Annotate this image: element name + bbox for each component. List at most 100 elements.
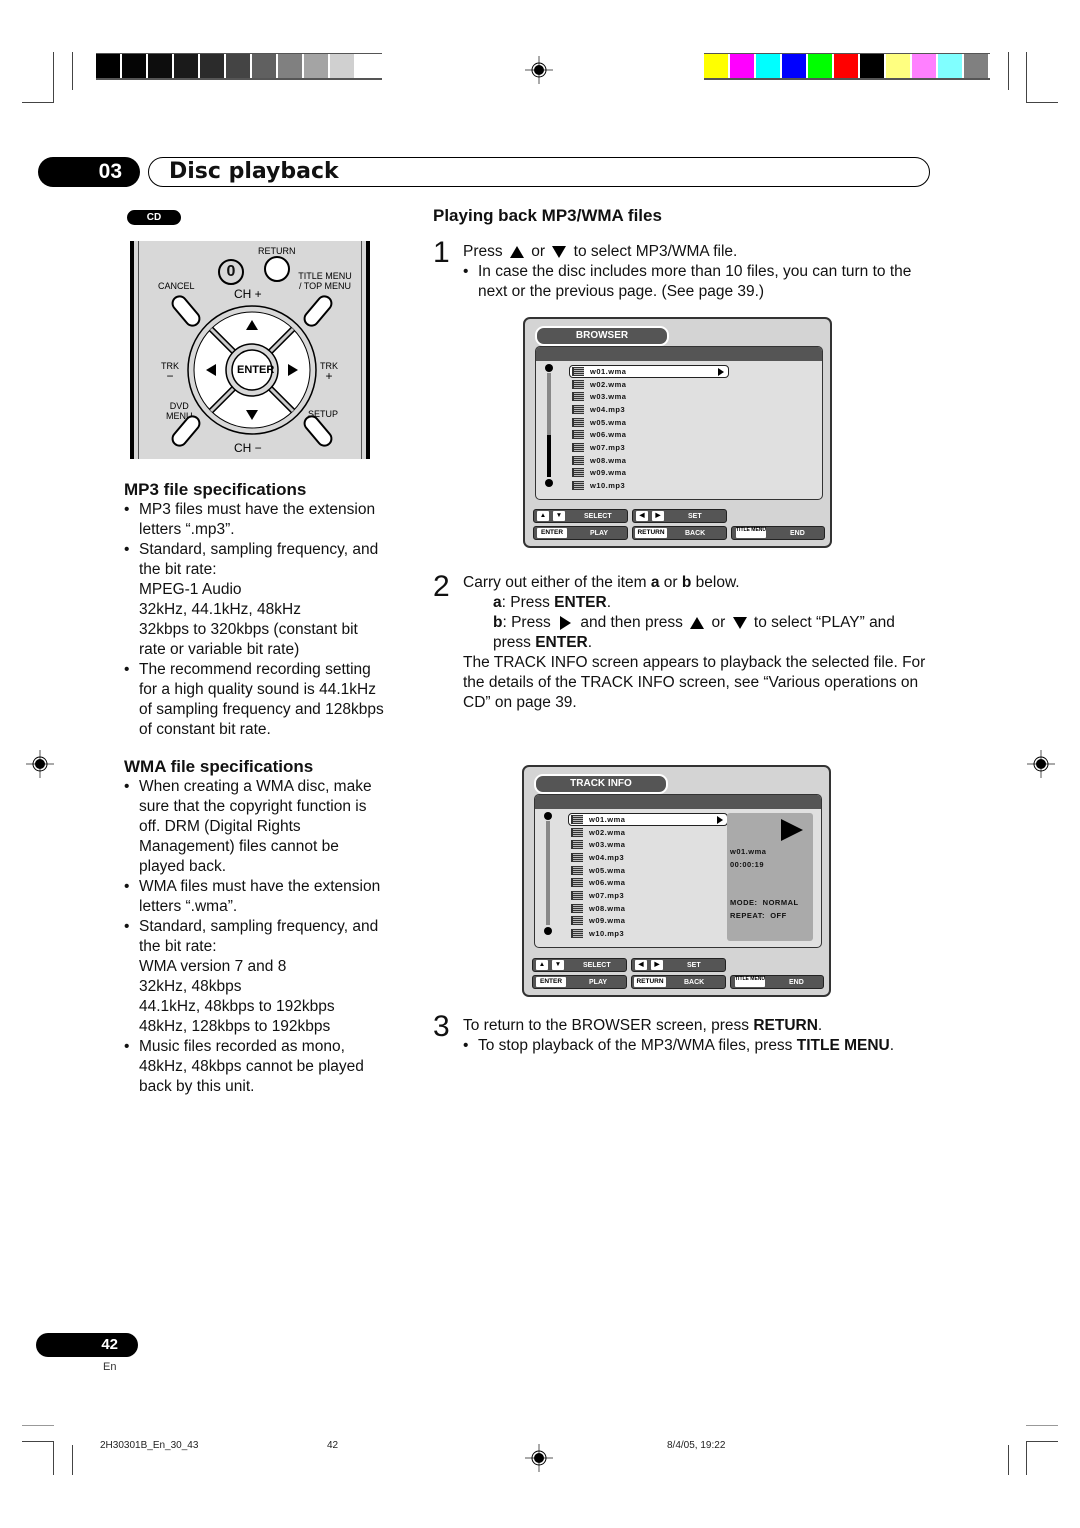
spec-item: 32kHz, 44.1kHz, 48kHz <box>139 601 301 618</box>
scrollbar[interactable] <box>547 373 551 477</box>
scroll-up-icon[interactable] <box>544 812 552 820</box>
step-2-pre: Carry out either of the item <box>463 574 647 591</box>
color-swatch <box>938 54 962 78</box>
ch-minus-label: CH − <box>234 441 262 455</box>
scrollbar[interactable] <box>546 821 550 925</box>
enter-key: ENTER <box>536 977 566 987</box>
music-file-icon <box>571 814 583 824</box>
scrollbar-thumb[interactable] <box>547 435 551 477</box>
end-label: END <box>789 979 804 986</box>
return-key: RETURN <box>634 977 666 987</box>
play-icon <box>781 819 803 841</box>
file-list-item[interactable]: w03.wma <box>572 390 729 403</box>
spec-item: 32kbps to 320kbps (constant bit rate or … <box>139 621 358 658</box>
file-list-item[interactable]: w06.wma <box>572 428 729 441</box>
crop-mark <box>1008 1445 1009 1475</box>
scroll-up-icon[interactable] <box>545 364 553 372</box>
file-list-item[interactable]: w08.wma <box>571 902 728 915</box>
up-key-icon: ▲ <box>536 960 548 970</box>
file-list-item[interactable]: w05.wma <box>571 864 728 877</box>
step-1-note: In case the disc includes more than 10 f… <box>463 262 933 302</box>
step-1-text: Press or to select MP3/WMA file. In case… <box>463 242 933 302</box>
ch-plus-label: CH + <box>234 287 262 301</box>
file-list-item[interactable]: w08.wma <box>572 454 729 467</box>
music-file-icon <box>572 430 584 440</box>
option-a-text: : Press <box>501 594 550 611</box>
file-list-item[interactable]: w02.wma <box>571 826 728 839</box>
file-list-item[interactable]: w09.wma <box>571 915 728 928</box>
color-swatch <box>730 54 754 78</box>
right-arrow-icon <box>560 615 572 630</box>
wma-spec-heading: WMA file specifications <box>124 757 314 776</box>
file-name: w06.wma <box>590 430 627 440</box>
page-number: 42 <box>36 1333 138 1357</box>
file-list-item[interactable]: w10.mp3 <box>571 927 728 940</box>
up-arrow-icon <box>690 616 705 629</box>
crop-mark <box>1008 52 1009 90</box>
elapsed-time: 00:00:19 <box>730 860 765 869</box>
file-name: w04.mp3 <box>590 404 626 414</box>
file-list-item[interactable]: w07.mp3 <box>572 441 729 454</box>
spec-item: Standard, sampling frequency, and the bi… <box>124 917 386 957</box>
file-list-item[interactable]: w01.wma <box>569 365 729 378</box>
track-info-screen: TRACK INFO w01.wma w02.wma w03.wma w04.mp3 w… <box>522 765 831 997</box>
step-3-note-pre: To stop playback of the MP3/WMA files, p… <box>478 1037 793 1054</box>
title-menu-key: TITLE MENU <box>735 977 765 987</box>
down-key-icon: ▼ <box>553 511 565 521</box>
spec-item: When creating a WMA disc, make sure that… <box>124 777 386 877</box>
file-list-item[interactable]: w04.mp3 <box>572 403 729 416</box>
return-key: RETURN <box>635 528 667 538</box>
registration-mark-icon <box>1027 750 1055 778</box>
select-label: SELECT <box>583 962 611 969</box>
scroll-down-icon[interactable] <box>545 479 553 487</box>
music-file-icon <box>572 404 584 414</box>
scroll-down-icon[interactable] <box>544 927 552 935</box>
color-swatch <box>226 54 250 78</box>
color-swatch <box>252 54 276 78</box>
color-swatch <box>330 54 354 78</box>
color-swatch <box>174 54 198 78</box>
color-calibration-bar <box>704 53 990 80</box>
file-list-panel: w01.wma w02.wma w03.wma w04.mp3 w05.wma w06.w… <box>534 794 822 948</box>
remote-control-illustration: RETURN 0 TITLE MENU / TOP MENU CANCEL CH… <box>130 241 370 459</box>
file-list-item[interactable]: w05.wma <box>572 416 729 429</box>
file-name: w09.wma <box>589 916 626 926</box>
file-list-item[interactable]: w02.wma <box>572 378 729 391</box>
spec-item: MP3 files must have the extension letter… <box>124 500 386 540</box>
music-file-icon <box>571 865 583 875</box>
file-name: w02.wma <box>589 827 626 837</box>
step-3-pre: To return to the BROWSER screen, press <box>463 1017 749 1034</box>
disc-type-badge: CD <box>127 210 181 225</box>
color-swatch <box>148 54 172 78</box>
select-label: SELECT <box>584 513 612 520</box>
file-name: w05.wma <box>589 865 626 875</box>
color-swatch <box>886 54 910 78</box>
print-file-name: 2H30301B_En_30_43 <box>100 1440 199 1451</box>
step-3-text: To return to the BROWSER screen, press R… <box>463 1016 943 1056</box>
wma-spec-list: When creating a WMA disc, make sure that… <box>124 777 386 1097</box>
file-list-item[interactable]: w07.mp3 <box>571 889 728 902</box>
file-name: w04.mp3 <box>589 852 625 862</box>
trk-plus-label: TRK + <box>320 361 338 383</box>
file-list-item[interactable]: w06.wma <box>571 876 728 889</box>
cancel-label: CANCEL <box>158 281 195 291</box>
title-menu-key-text: TITLE MENU <box>796 1037 890 1054</box>
enter-key-text: ENTER <box>554 594 607 611</box>
file-list-item[interactable]: w04.mp3 <box>571 851 728 864</box>
step-3-number: 3 <box>433 1010 450 1043</box>
or-text: or <box>663 574 678 591</box>
up-arrow-icon <box>509 245 524 258</box>
crop-mark <box>22 1425 54 1426</box>
step-2-post: below. <box>695 574 740 591</box>
file-list-item[interactable]: w09.wma <box>572 467 729 480</box>
mp3-spec-heading: MP3 file specifications <box>124 480 307 499</box>
plus-sign: + <box>325 369 333 383</box>
up-key-icon: ▲ <box>537 511 549 521</box>
file-list-item[interactable]: w10.mp3 <box>572 479 729 492</box>
music-file-icon <box>572 455 584 465</box>
browser-title: BROWSER <box>535 326 669 346</box>
music-file-icon <box>571 852 583 862</box>
file-list-item[interactable]: w03.wma <box>571 838 728 851</box>
music-file-icon <box>572 468 584 478</box>
file-list-item[interactable]: w01.wma <box>568 813 728 826</box>
